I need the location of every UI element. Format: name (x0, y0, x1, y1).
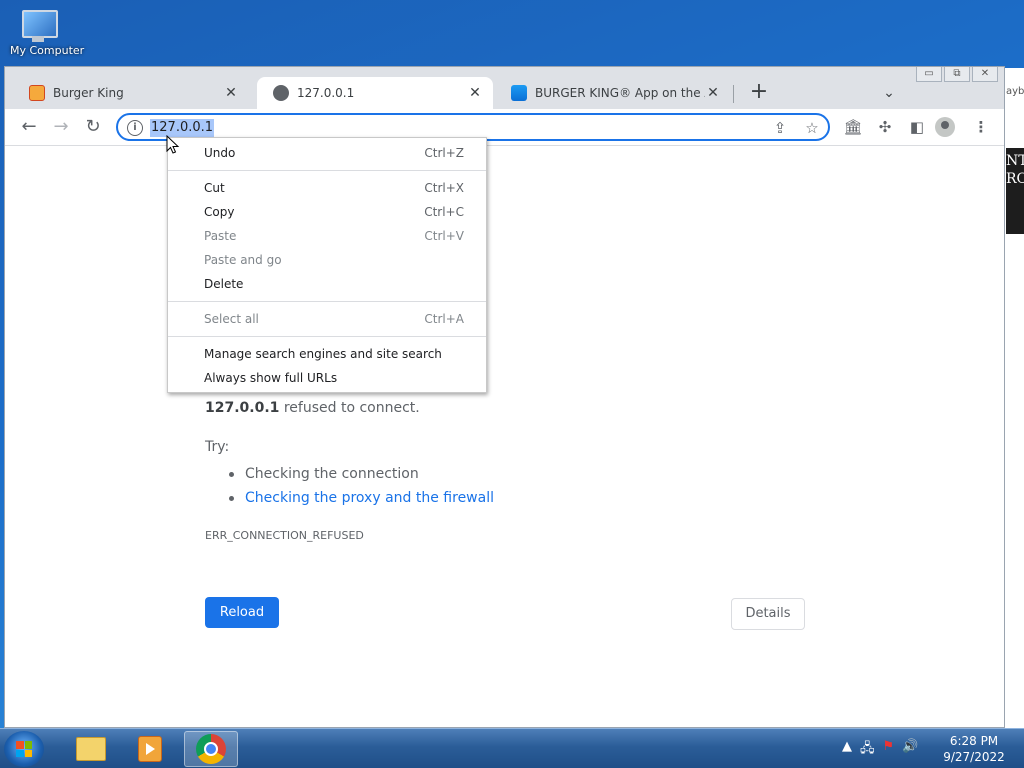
close-tab-icon[interactable]: ✕ (705, 85, 721, 101)
menu-separator (168, 170, 486, 171)
tab-burger-king-app[interactable]: BURGER KING® App on the App ✕ (495, 77, 731, 109)
new-tab-button[interactable]: + (747, 81, 771, 105)
taskbar-explorer-button[interactable] (62, 731, 116, 767)
start-button[interactable] (4, 731, 44, 767)
tab-title: BURGER KING® App on the App (535, 86, 705, 100)
close-tab-icon[interactable]: ✕ (467, 85, 483, 101)
close-window-button[interactable]: ✕ (972, 67, 998, 82)
suggestion-proxy-link[interactable]: Checking the proxy and the firewall (227, 486, 494, 510)
background-window-banner: NT RO (1006, 148, 1024, 234)
tab-title: Burger King (53, 86, 124, 100)
menu-item-label: Undo (204, 146, 236, 160)
menu-item-manage-search-engines[interactable]: Manage search engines and site search (168, 342, 486, 366)
network-icon[interactable]: 🖧 (860, 739, 875, 761)
media-player-icon (138, 736, 162, 762)
menu-item-label: Paste and go (204, 253, 282, 267)
menu-item-label: Select all (204, 312, 259, 326)
background-window-text: ayba (1006, 86, 1024, 97)
taskbar: ▲ 🖧 ⚑ 🔊 6:28 PM 9/27/2022 (0, 728, 1024, 768)
share-icon[interactable]: ⇪ (770, 118, 790, 138)
menu-item-label: Paste (204, 229, 237, 243)
menu-item-undo[interactable]: Undo Ctrl+Z (168, 141, 486, 165)
error-text: refused to connect. (279, 400, 420, 416)
menu-item-paste-and-go[interactable]: Paste and go (168, 248, 486, 272)
tab-burger-king[interactable]: Burger King ✕ (13, 77, 249, 109)
show-hidden-icons-arrow-icon[interactable]: ▲ (842, 739, 852, 761)
details-button[interactable]: Details (731, 598, 805, 630)
extension-museum-icon[interactable]: 🏛 (841, 115, 865, 139)
windows-logo-icon (16, 741, 32, 757)
menu-kebab-icon[interactable]: ⋮ (969, 115, 993, 139)
reload-page-button[interactable]: Reload (205, 597, 279, 628)
tab-title: 127.0.0.1 (297, 86, 355, 100)
menu-separator (168, 336, 486, 337)
menu-item-label: Delete (204, 277, 244, 291)
taskbar-media-player-button[interactable] (122, 731, 176, 767)
tab-strip: ▭ ⧉ ✕ Burger King ✕ 127.0.0.1 ✕ BURGER K… (5, 67, 1004, 109)
try-label: Try: (205, 439, 230, 455)
menu-item-shortcut: Ctrl+X (424, 181, 464, 195)
my-computer-desktop-icon[interactable]: My Computer (6, 8, 84, 57)
restore-button[interactable]: ⧉ (944, 67, 970, 82)
menu-item-label: Cut (204, 181, 225, 195)
folder-icon (76, 737, 106, 761)
reload-button[interactable]: ↻ (81, 115, 105, 139)
menu-item-label: Manage search engines and site search (204, 347, 442, 361)
taskbar-clock[interactable]: 6:28 PM 9/27/2022 (938, 733, 1010, 765)
menu-item-shortcut: Ctrl+C (424, 205, 464, 219)
menu-separator (168, 301, 486, 302)
menu-item-label: Copy (204, 205, 235, 219)
profile-avatar-icon[interactable] (935, 117, 955, 137)
bookmark-star-icon[interactable]: ☆ (802, 118, 822, 138)
menu-item-cut[interactable]: Cut Ctrl+X (168, 176, 486, 200)
app-store-icon (511, 85, 527, 101)
suggestion-connection: Checking the connection (227, 462, 494, 486)
close-tab-icon[interactable]: ✕ (223, 85, 239, 101)
system-tray: ▲ 🖧 ⚑ 🔊 (842, 739, 918, 761)
menu-item-shortcut: Ctrl+A (424, 312, 464, 326)
error-page: 127.0.0.1 refused to connect. Try: Check… (5, 146, 1004, 726)
menu-item-shortcut: Ctrl+Z (424, 146, 464, 160)
window-controls: ▭ ⧉ ✕ (914, 67, 998, 85)
tab-search-button[interactable]: ⌄ (877, 81, 901, 105)
action-center-flag-icon[interactable]: ⚑ (883, 739, 895, 761)
tab-separator (733, 85, 734, 103)
url-text[interactable]: 127.0.0.1 (150, 119, 215, 137)
error-message: 127.0.0.1 refused to connect. (205, 400, 420, 416)
chrome-icon (196, 734, 226, 764)
error-code: ERR_CONNECTION_REFUSED (205, 529, 364, 542)
clock-time: 6:28 PM (949, 734, 999, 748)
desktop-icon-label: My Computer (10, 44, 85, 57)
volume-icon[interactable]: 🔊 (902, 739, 918, 761)
toolbar: ← → ↻ i 127.0.0.1 ⇪ ☆ 🏛 ✣ ◧ ⋮ (5, 109, 1004, 146)
menu-item-delete[interactable]: Delete (168, 272, 486, 296)
context-menu: Undo Ctrl+Z Cut Ctrl+X Copy Ctrl+C Paste Ctr… (167, 137, 487, 393)
burger-king-logo-icon (29, 85, 45, 101)
menu-item-always-show-full-urls[interactable]: Always show full URLs (168, 366, 486, 390)
side-panel-icon[interactable]: ◧ (905, 115, 929, 139)
error-host: 127.0.0.1 (205, 400, 280, 416)
menu-item-copy[interactable]: Copy Ctrl+C (168, 200, 486, 224)
globe-icon (273, 85, 289, 101)
background-window[interactable]: ayba NT RO (1004, 68, 1024, 728)
suggestion-list: Checking the connection Checking the pro… (227, 462, 494, 510)
forward-button[interactable]: → (49, 115, 73, 139)
browser-window: ▭ ⧉ ✕ Burger King ✕ 127.0.0.1 ✕ BURGER K… (4, 66, 1005, 728)
menu-item-select-all[interactable]: Select all Ctrl+A (168, 307, 486, 331)
taskbar-chrome-button[interactable] (184, 731, 238, 767)
menu-item-paste[interactable]: Paste Ctrl+V (168, 224, 486, 248)
site-info-icon[interactable]: i (127, 120, 143, 136)
menu-item-label: Always show full URLs (204, 371, 338, 385)
mouse-pointer-icon (166, 135, 180, 154)
back-button[interactable]: ← (17, 115, 41, 139)
clock-date: 9/27/2022 (943, 750, 1005, 764)
tab-127-0-0-1[interactable]: 127.0.0.1 ✕ (257, 77, 493, 109)
extensions-puzzle-icon[interactable]: ✣ (873, 115, 897, 139)
computer-icon (18, 8, 58, 42)
menu-item-shortcut: Ctrl+V (424, 229, 464, 243)
minimize-button[interactable]: ▭ (916, 67, 942, 82)
